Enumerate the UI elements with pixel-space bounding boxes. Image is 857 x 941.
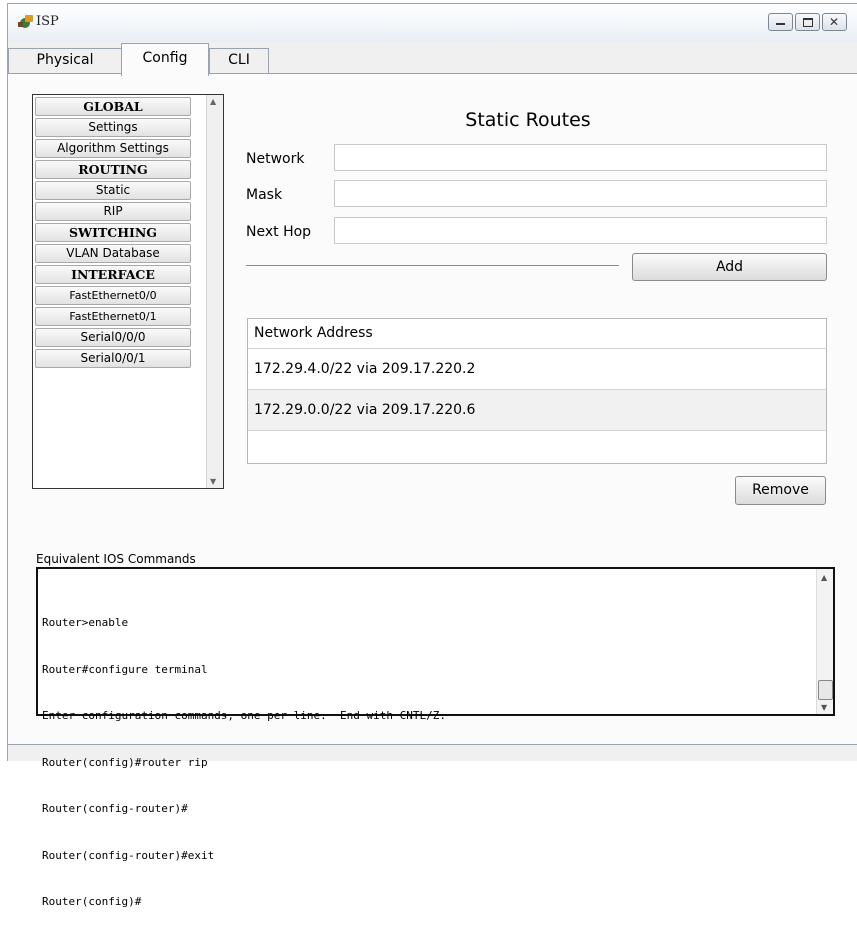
route-row[interactable]: 172.29.0.0/22 via 209.17.220.6 xyxy=(248,390,826,431)
ios-line: Router(config-router)# xyxy=(42,802,188,815)
ios-line: Enter configuration commands, one per li… xyxy=(42,709,446,722)
next-hop-label: Next Hop xyxy=(246,224,312,240)
close-button[interactable]: ✕ xyxy=(822,13,847,31)
nav-header-switching: SWITCHING xyxy=(35,223,191,242)
ios-commands-output[interactable]: Router>enable Router#configure terminal … xyxy=(36,567,835,908)
isp-window: ISP ✕ Physical Config CLI GLOBAL Setting… xyxy=(7,3,857,908)
scroll-up-icon[interactable]: ▲ xyxy=(210,97,216,106)
network-input[interactable] xyxy=(334,144,827,171)
nav-header-global: GLOBAL xyxy=(35,97,191,116)
divider xyxy=(246,265,619,266)
router-app-icon xyxy=(18,15,33,28)
mask-label: Mask xyxy=(246,187,283,203)
minimize-icon xyxy=(776,23,785,25)
nav-item-vlan-database[interactable]: VLAN Database xyxy=(35,244,191,263)
ios-line: Router(config)#router rip xyxy=(42,755,208,769)
routes-table: Network Address 172.29.4.0/22 via 209.17… xyxy=(247,318,827,464)
ios-command-lines: Router>enable Router#configure terminal … xyxy=(42,584,446,941)
nav-header-interface: INTERFACE xyxy=(35,265,191,284)
scroll-down-icon[interactable]: ▼ xyxy=(821,703,827,712)
scroll-down-icon[interactable]: ▼ xyxy=(210,477,216,486)
nav-header-routing: ROUTING xyxy=(35,160,191,179)
window-title: ISP xyxy=(36,14,59,29)
ios-line: Router(config-router)#exit xyxy=(42,848,215,862)
close-icon: ✕ xyxy=(829,15,840,29)
title-bar[interactable]: ISP ✕ xyxy=(8,4,857,42)
nav-item-rip[interactable]: RIP xyxy=(35,202,191,221)
network-label: Network xyxy=(246,151,305,167)
nav-scrollbar[interactable]: ▲ ▼ xyxy=(206,95,223,488)
tab-cli[interactable]: CLI xyxy=(209,48,269,73)
static-routes-title: Static Routes xyxy=(465,109,591,131)
maximize-icon xyxy=(803,18,813,27)
config-panel: GLOBAL Settings Algorithm Settings ROUTI… xyxy=(8,73,857,908)
scroll-thumb[interactable] xyxy=(818,680,833,700)
ios-line: Router#configure terminal xyxy=(42,662,208,676)
tab-physical[interactable]: Physical xyxy=(8,48,122,73)
nav-item-fastethernet0-0[interactable]: FastEthernet0/0 xyxy=(35,286,191,305)
ios-line: Router>enable xyxy=(42,616,129,629)
network-address-header: Network Address xyxy=(248,319,826,349)
nav-item-algorithm-settings[interactable]: Algorithm Settings xyxy=(35,139,191,158)
remove-route-button[interactable]: Remove xyxy=(735,476,826,505)
add-route-button[interactable]: Add xyxy=(632,253,827,281)
ios-scrollbar[interactable]: ▲ ▼ xyxy=(816,569,833,714)
nav-item-settings[interactable]: Settings xyxy=(35,118,191,137)
nav-items: GLOBAL Settings Algorithm Settings ROUTI… xyxy=(35,97,191,370)
route-row[interactable]: 172.29.4.0/22 via 209.17.220.2 xyxy=(248,349,826,390)
ios-commands-label: Equivalent IOS Commands xyxy=(36,552,196,566)
mask-input[interactable] xyxy=(334,180,827,207)
scroll-up-icon[interactable]: ▲ xyxy=(821,573,827,582)
config-nav-list: GLOBAL Settings Algorithm Settings ROUTI… xyxy=(32,94,224,489)
nav-item-serial0-0-0[interactable]: Serial0/0/0 xyxy=(35,328,191,347)
tab-bar: Physical Config CLI xyxy=(8,41,857,76)
minimize-button[interactable] xyxy=(768,13,793,31)
next-hop-input[interactable] xyxy=(334,217,827,244)
maximize-button[interactable] xyxy=(795,13,820,31)
nav-item-serial0-0-1[interactable]: Serial0/0/1 xyxy=(35,349,191,368)
nav-item-fastethernet0-1[interactable]: FastEthernet0/1 xyxy=(35,307,191,326)
ios-line: Router(config)# xyxy=(42,895,142,908)
tab-config[interactable]: Config xyxy=(121,43,209,76)
nav-item-static[interactable]: Static xyxy=(35,181,191,200)
